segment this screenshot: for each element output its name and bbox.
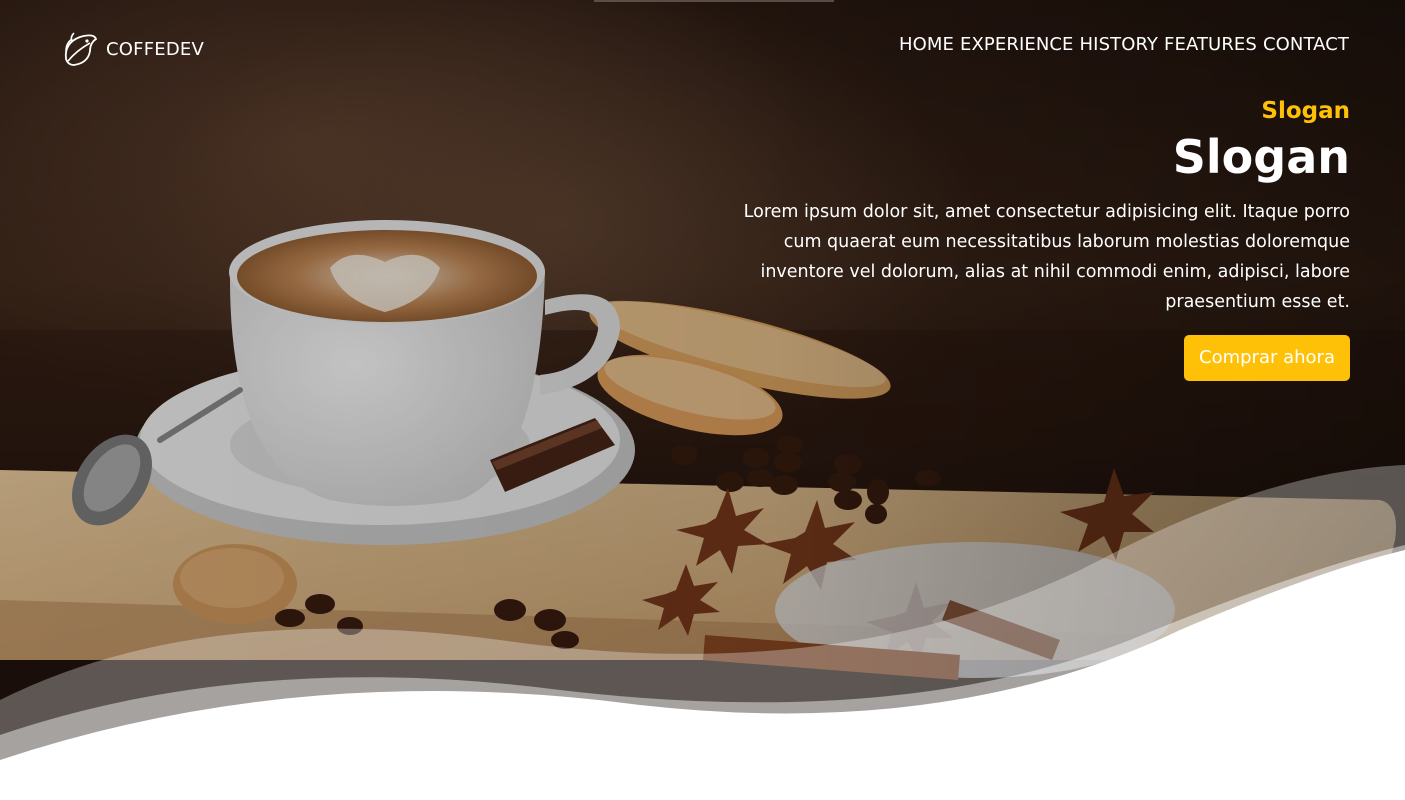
brand-name: COFFEDEV bbox=[106, 38, 204, 60]
nav-link-experience[interactable]: EXPERIENCE bbox=[960, 34, 1074, 55]
hero-section: COFFEDEV HOME EXPERIENCE HISTORY FEATURE… bbox=[0, 0, 1405, 800]
hero-title: Slogan bbox=[1172, 130, 1350, 184]
nav-link-history[interactable]: HISTORY bbox=[1080, 34, 1158, 55]
hero-description: Lorem ipsum dolor sit, amet consectetur … bbox=[743, 202, 1350, 312]
nav-link-contact[interactable]: CONTACT bbox=[1263, 34, 1349, 55]
top-indicator-bar bbox=[594, 0, 834, 2]
coffee-leaf-icon bbox=[64, 32, 98, 66]
hero-eyebrow: Slogan bbox=[1261, 98, 1350, 124]
hero-content: Slogan Slogan Lorem ipsum dolor sit, ame… bbox=[720, 95, 1350, 381]
nav-link-features[interactable]: FEATURES bbox=[1164, 34, 1257, 55]
nav-link-home[interactable]: HOME bbox=[899, 34, 954, 55]
brand-logo-link[interactable]: COFFEDEV bbox=[60, 29, 204, 69]
main-navigation: HOME EXPERIENCE HISTORY FEATURES CONTACT bbox=[899, 34, 1349, 55]
buy-now-button[interactable]: Comprar ahora bbox=[1184, 335, 1350, 381]
